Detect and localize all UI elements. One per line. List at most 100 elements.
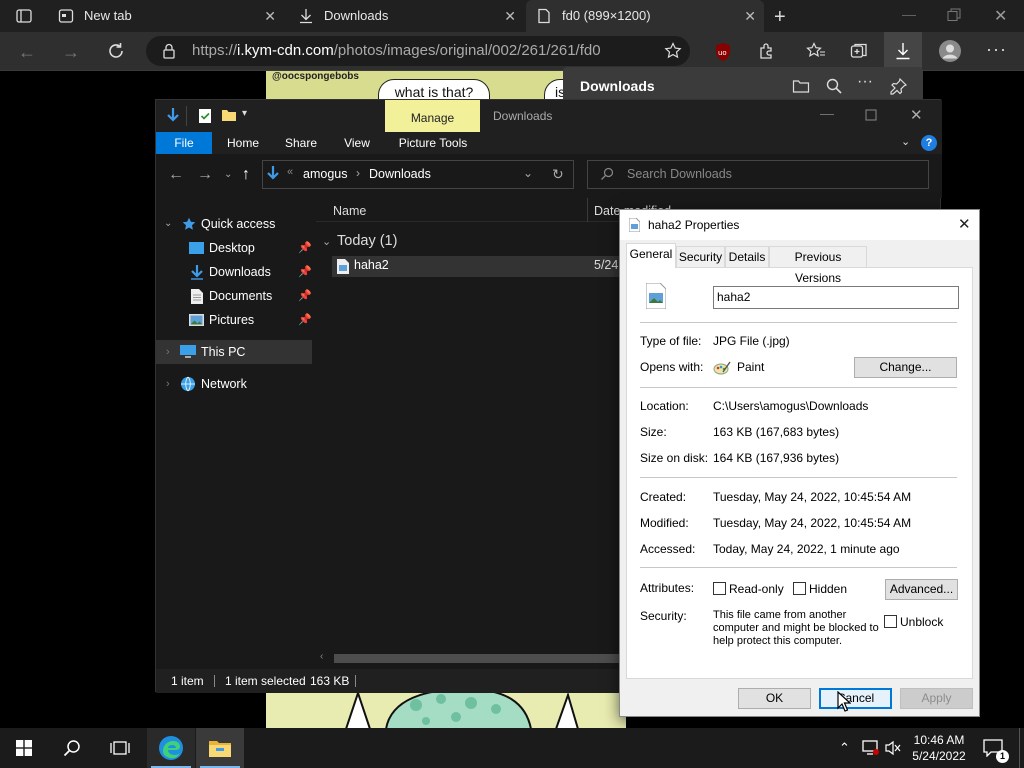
minimize-icon[interactable]: —: [902, 6, 916, 22]
scroll-left-icon[interactable]: ‹: [320, 651, 323, 662]
new-tab-icon[interactable]: +: [774, 6, 786, 29]
properties-icon[interactable]: [198, 108, 212, 124]
nav-pictures[interactable]: Pictures 📌: [156, 308, 316, 332]
breadcrumb-item[interactable]: Downloads: [369, 167, 431, 181]
expand-chevron-icon[interactable]: ⌄: [164, 212, 172, 236]
close-window-icon[interactable]: ✕: [994, 6, 1007, 26]
readonly-checkbox[interactable]: [713, 582, 726, 595]
nav-desktop[interactable]: Desktop 📌: [156, 236, 316, 260]
network-status-icon[interactable]: [861, 740, 879, 756]
breadcrumb[interactable]: « amogus › Downloads ⌄ ↻: [262, 160, 574, 189]
task-view-button[interactable]: [96, 728, 144, 768]
address-bar[interactable]: https://i.kym-cdn.com/photos/images/orig…: [146, 36, 690, 66]
recent-locations-icon[interactable]: ⌄: [224, 169, 232, 180]
nav-quick-access[interactable]: ⌄ Quick access: [156, 212, 316, 236]
add-favorite-icon[interactable]: [664, 42, 682, 60]
ribbon-tab-picture-tools[interactable]: Picture Tools: [388, 132, 478, 154]
cancel-button[interactable]: Cancel: [819, 688, 892, 709]
edge-browser-icon: [158, 735, 184, 761]
back-icon[interactable]: ←: [168, 166, 184, 184]
nav-downloads[interactable]: Downloads 📌: [156, 260, 316, 284]
group-header[interactable]: Today (1): [337, 233, 397, 249]
profile-avatar-icon[interactable]: [938, 39, 962, 63]
show-desktop-button[interactable]: [1019, 728, 1024, 768]
forward-icon[interactable]: →: [197, 166, 213, 184]
nav-this-pc[interactable]: › This PC: [156, 340, 312, 364]
browser-tab-bar: New tab ✕ Downloads ✕ fd0 (899×1200) ✕ +…: [0, 0, 1024, 32]
manage-contextual-tab[interactable]: Manage: [385, 100, 480, 132]
favorites-icon[interactable]: [806, 42, 826, 60]
tab-previous-versions[interactable]: Previous Versions: [769, 246, 867, 285]
breadcrumb-item[interactable]: amogus: [303, 167, 347, 181]
search-input[interactable]: Search Downloads: [587, 160, 929, 189]
expand-ribbon-icon[interactable]: ⌄: [901, 135, 910, 148]
more-options-icon[interactable]: ···: [857, 73, 873, 91]
unblock-checkbox[interactable]: [884, 615, 897, 628]
change-button[interactable]: Change...: [854, 357, 957, 378]
tab-security[interactable]: Security: [676, 246, 725, 267]
ribbon-tab-home[interactable]: Home: [218, 132, 268, 154]
hidden-checkbox[interactable]: [793, 582, 806, 595]
show-hidden-icons-icon[interactable]: ⌃: [839, 740, 850, 756]
advanced-button[interactable]: Advanced...: [885, 579, 958, 600]
collapse-group-icon[interactable]: ⌄: [322, 235, 331, 248]
close-tab-icon[interactable]: ✕: [264, 8, 276, 25]
tab-new-tab[interactable]: New tab ✕: [48, 0, 284, 32]
new-folder-icon[interactable]: [221, 108, 237, 122]
open-folder-icon[interactable]: [792, 78, 810, 94]
search-button[interactable]: [48, 728, 96, 768]
clock[interactable]: 10:46 AM 5/24/2022: [907, 732, 971, 764]
tab-details[interactable]: Details: [725, 246, 769, 267]
close-tab-icon[interactable]: ✕: [504, 8, 516, 25]
ribbon-tab-file[interactable]: File: [156, 132, 212, 154]
maximize-icon[interactable]: [865, 109, 877, 121]
refresh-icon[interactable]: ↻: [552, 166, 564, 183]
taskbar-edge[interactable]: [147, 728, 195, 768]
forward-icon[interactable]: →: [62, 42, 80, 63]
pin-icon[interactable]: 📌: [298, 284, 312, 308]
volume-muted-icon[interactable]: [884, 740, 902, 756]
search-icon[interactable]: [825, 77, 843, 95]
image-file-icon: [629, 218, 640, 232]
filename-field[interactable]: haha2: [713, 286, 959, 309]
refresh-icon[interactable]: [106, 41, 126, 61]
ribbon-tab-view[interactable]: View: [332, 132, 382, 154]
back-icon[interactable]: ←: [18, 42, 36, 63]
help-icon[interactable]: ?: [921, 135, 937, 151]
ribbon-tab-share[interactable]: Share: [276, 132, 326, 154]
more-menu-icon[interactable]: ···: [986, 39, 1007, 60]
nav-documents[interactable]: Documents 📌: [156, 284, 316, 308]
expand-chevron-icon[interactable]: ›: [166, 372, 170, 396]
address-dropdown-icon[interactable]: ⌄: [523, 166, 533, 180]
pin-icon[interactable]: 📌: [298, 236, 312, 260]
start-button[interactable]: [0, 728, 48, 768]
tab-downloads[interactable]: Downloads ✕: [288, 0, 524, 32]
quick-access-download-icon[interactable]: [166, 107, 180, 125]
pin-icon[interactable]: [890, 77, 908, 95]
restore-icon[interactable]: [947, 8, 961, 22]
close-dialog-icon[interactable]: ✕: [958, 215, 971, 233]
expand-chevron-icon[interactable]: ›: [166, 340, 170, 364]
customize-toolbar-icon[interactable]: ▾: [242, 108, 247, 119]
column-header-name[interactable]: Name: [333, 204, 366, 218]
minimize-icon[interactable]: —: [820, 105, 834, 121]
pin-icon[interactable]: 📌: [298, 260, 312, 284]
taskbar-file-explorer[interactable]: [196, 728, 244, 768]
tab-general[interactable]: General: [626, 243, 676, 268]
ublock-icon[interactable]: uo: [714, 42, 732, 62]
apply-button[interactable]: Apply: [900, 688, 973, 709]
tab-actions-icon[interactable]: [16, 8, 32, 24]
ok-button[interactable]: OK: [738, 688, 811, 709]
type-of-file-value: JPG File (.jpg): [713, 334, 790, 348]
pin-icon[interactable]: 📌: [298, 308, 312, 332]
collections-icon[interactable]: [850, 42, 868, 60]
up-icon[interactable]: ↑: [242, 166, 250, 184]
downloads-button[interactable]: [884, 32, 922, 71]
tab-image[interactable]: fd0 (899×1200) ✕: [526, 0, 764, 32]
close-tab-icon[interactable]: ✕: [744, 8, 756, 25]
size-on-disk-value: 164 KB (167,936 bytes): [713, 451, 840, 465]
nav-network[interactable]: › Network: [156, 372, 316, 396]
extensions-icon[interactable]: [758, 42, 776, 60]
tab-page-icon: [58, 8, 74, 24]
close-window-icon[interactable]: ✕: [910, 106, 923, 124]
